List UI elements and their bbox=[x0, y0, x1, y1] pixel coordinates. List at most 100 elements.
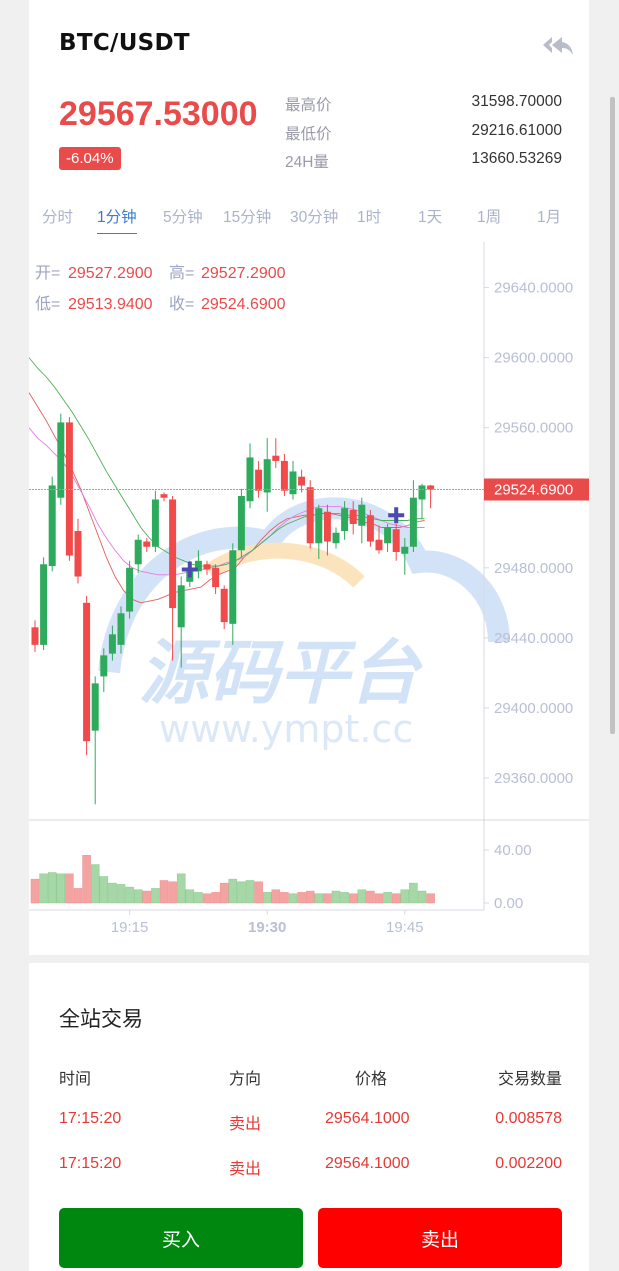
trades-card: 全站交易 时间 方向 价格 交易数量 17:15:20 卖出 29564.100… bbox=[29, 963, 589, 1271]
last-price-label: 29524.6900 bbox=[494, 482, 573, 499]
volume-bar bbox=[73, 888, 83, 904]
volume-bar bbox=[262, 892, 272, 904]
volume-bar bbox=[90, 864, 100, 904]
tab-1day[interactable]: 1天 bbox=[418, 205, 442, 227]
volume-bar bbox=[228, 878, 238, 904]
volume-bar bbox=[297, 892, 306, 904]
stat-label: 最低价 bbox=[285, 125, 332, 143]
candle-body bbox=[427, 485, 435, 490]
candle-body bbox=[366, 515, 374, 542]
candle-body bbox=[160, 494, 168, 498]
watermark-url: www.ympt.cc bbox=[159, 707, 413, 751]
volume-bar bbox=[82, 855, 91, 904]
ma-line bbox=[29, 392, 425, 604]
candle-body bbox=[272, 455, 280, 461]
candle-body bbox=[315, 508, 323, 544]
volume-bar bbox=[211, 892, 220, 904]
candle-body bbox=[392, 529, 400, 553]
trade-price: 29564.1000 bbox=[325, 1110, 410, 1127]
stat-value: 31598.70000 bbox=[471, 93, 562, 110]
tab-timeline[interactable]: 分时 bbox=[42, 205, 73, 227]
candle-body bbox=[100, 655, 108, 677]
volume-bar bbox=[219, 882, 229, 904]
stat-volume: 24H量 13660.53269 bbox=[285, 147, 562, 176]
tab-1min[interactable]: 1分钟 bbox=[97, 205, 137, 234]
volume-bar bbox=[314, 893, 324, 904]
candle-body bbox=[83, 602, 91, 742]
candle-body bbox=[306, 487, 314, 544]
time-axis-ticks: 19:15 19:30 19:45 bbox=[111, 910, 424, 936]
candle-body bbox=[134, 539, 142, 565]
header: BTC/USDT bbox=[59, 28, 574, 68]
candle-body bbox=[375, 539, 383, 551]
market-card: BTC/USDT 29567.53000 -6.04% 最高价 31598.70… bbox=[29, 0, 615, 955]
candle-body bbox=[246, 457, 254, 502]
trade-price: 29564.1000 bbox=[325, 1155, 410, 1172]
volume-bar bbox=[168, 881, 177, 904]
candle-body bbox=[48, 485, 56, 567]
tab-1hour[interactable]: 1时 bbox=[357, 205, 381, 227]
volume-bar bbox=[383, 892, 392, 904]
tab-5min[interactable]: 5分钟 bbox=[163, 205, 203, 227]
pair-title: BTC/USDT bbox=[59, 30, 190, 56]
candle-body bbox=[280, 460, 288, 491]
trade-amount: 0.002200 bbox=[495, 1155, 562, 1172]
scrollbar[interactable] bbox=[610, 97, 615, 734]
stat-value: 29216.61000 bbox=[471, 121, 562, 139]
candle-body bbox=[255, 469, 263, 491]
candle-body bbox=[289, 471, 297, 495]
volume-bar bbox=[391, 893, 401, 904]
volume-bar bbox=[65, 873, 74, 904]
volume-bar bbox=[151, 888, 160, 904]
price-tick-label: 29440.0000 bbox=[494, 630, 573, 647]
candle-body bbox=[298, 476, 306, 486]
candle-body bbox=[117, 613, 125, 645]
tab-15min[interactable]: 15分钟 bbox=[223, 205, 271, 227]
candle-body bbox=[229, 550, 237, 624]
sell-button[interactable]: 卖出 bbox=[318, 1208, 562, 1268]
ohlc-legend: 开= 29527.2900 高= 29527.2900 低= 29513.940… bbox=[35, 264, 286, 313]
candle-body bbox=[401, 546, 409, 554]
tab-30min[interactable]: 30分钟 bbox=[290, 205, 338, 227]
price-tick-label: 29600.0000 bbox=[494, 350, 573, 367]
stat-value: 13660.53269 bbox=[471, 150, 562, 167]
candle-body bbox=[263, 459, 271, 493]
candle-body bbox=[91, 683, 99, 731]
buy-button[interactable]: 买入 bbox=[59, 1208, 303, 1268]
volume-bar bbox=[185, 889, 195, 904]
time-tick-label: 19:30 bbox=[248, 919, 286, 936]
tab-1month[interactable]: 1月 bbox=[537, 205, 561, 227]
volume-bar bbox=[374, 893, 384, 904]
volume-bar bbox=[366, 890, 375, 904]
volume-bar bbox=[409, 882, 418, 904]
volume-bar bbox=[331, 890, 341, 904]
change-badge: -6.04% bbox=[59, 147, 121, 170]
candle-body bbox=[332, 532, 340, 544]
candle-body bbox=[237, 495, 245, 551]
candle-body bbox=[203, 564, 211, 570]
interval-tabs: 分时 1分钟 5分钟 15分钟 30分钟 1时 1天 1周 1月 bbox=[29, 205, 589, 235]
trade-time: 17:15:20 bbox=[59, 1110, 122, 1127]
volume-axis-ticks: 40.00 0.00 bbox=[484, 842, 532, 912]
candle-body bbox=[40, 564, 48, 645]
candle-body bbox=[323, 511, 331, 542]
stat-label: 最高价 bbox=[285, 97, 332, 114]
kline-chart[interactable]: 源码平台 www.ympt.cc 29640.0000 29600.0000 295… bbox=[29, 242, 589, 942]
price-axis-ticks: 29640.0000 29600.0000 29560.0000 29480.0000… bbox=[484, 280, 573, 787]
trades-title: 全站交易 bbox=[59, 1008, 143, 1031]
price-tick-label: 29560.0000 bbox=[494, 420, 573, 437]
candle-body bbox=[74, 531, 82, 577]
candle-body bbox=[409, 497, 417, 547]
tab-1week[interactable]: 1周 bbox=[477, 205, 501, 227]
volume-bar bbox=[254, 881, 263, 904]
candle-body bbox=[143, 541, 151, 547]
candle-body bbox=[57, 422, 65, 498]
close-label: 收= bbox=[169, 295, 194, 313]
time-tick-label: 19:45 bbox=[386, 919, 424, 936]
volume-bar bbox=[417, 890, 427, 904]
double-back-arrow-icon[interactable] bbox=[540, 34, 574, 58]
open-value: 29527.2900 bbox=[68, 265, 153, 282]
volume-bar bbox=[288, 893, 298, 904]
low-value: 29513.9400 bbox=[68, 296, 153, 313]
candle-body bbox=[341, 508, 349, 531]
